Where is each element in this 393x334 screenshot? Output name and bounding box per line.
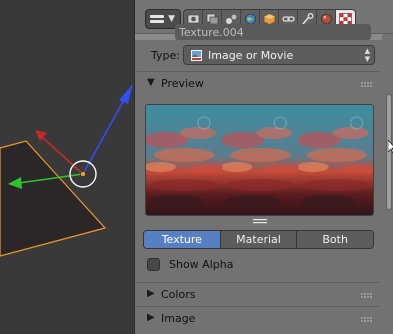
preview-mode-segmented: Texture Material Both <box>143 230 374 249</box>
properties-scrollbar[interactable] <box>383 34 393 334</box>
texture-name-field[interactable]: Texture.004 <box>175 24 371 40</box>
properties-editor: ▼ Texture.004 Type: Image or Movie ▲ ▼ ▼… <box>134 0 393 334</box>
collapse-triangle-icon: ▶ <box>147 312 155 323</box>
expand-triangle-icon: ▼ <box>147 77 155 88</box>
dropdown-arrows-icon: ▲ ▼ <box>364 47 370 63</box>
divider <box>137 306 379 307</box>
viewport-canvas[interactable] <box>0 0 134 334</box>
colors-panel-title: Colors <box>161 288 196 301</box>
image-icon <box>190 49 203 62</box>
mouse-cursor-icon <box>388 140 393 154</box>
texture-datablock-row: Texture.004 <box>135 24 382 40</box>
texture-type-dropdown[interactable]: Image or Movie ▲ ▼ <box>183 45 375 65</box>
show-alpha-label: Show Alpha <box>169 258 234 271</box>
preview-panel-title: Preview <box>161 77 204 90</box>
show-alpha-checkbox[interactable] <box>147 258 160 271</box>
tab-texture-preview[interactable]: Texture <box>144 231 221 248</box>
preview-resize-grip-icon[interactable] <box>253 219 267 224</box>
chevron-down-icon: ▼ <box>168 14 175 24</box>
divider <box>137 282 379 283</box>
tab-both-preview[interactable]: Both <box>297 231 373 248</box>
drag-grip-icon[interactable] <box>361 293 373 298</box>
drag-grip-icon[interactable] <box>361 82 373 87</box>
image-panel-title: Image <box>161 312 196 325</box>
object-origin-dot <box>80 171 86 177</box>
preview-panel-header[interactable]: ▼ Preview <box>137 73 379 95</box>
texture-type-value: Image or Movie <box>208 49 294 62</box>
collapse-triangle-icon: ▶ <box>147 288 155 299</box>
texture-type-row: Type: Image or Movie ▲ ▼ <box>135 45 382 67</box>
type-label: Type: <box>151 49 180 62</box>
drag-grip-icon[interactable] <box>361 317 373 322</box>
properties-editor-icon <box>150 15 164 23</box>
selected-plane <box>0 140 107 257</box>
gizmo-z-arrow-head <box>119 84 133 104</box>
image-panel-header[interactable]: ▶ Image <box>137 308 379 330</box>
texture-preview-image <box>145 104 374 216</box>
colors-panel-header[interactable]: ▶ Colors <box>137 284 379 306</box>
tab-material-preview[interactable]: Material <box>220 231 298 248</box>
3d-viewport[interactable] <box>0 0 134 334</box>
divider <box>137 71 379 72</box>
